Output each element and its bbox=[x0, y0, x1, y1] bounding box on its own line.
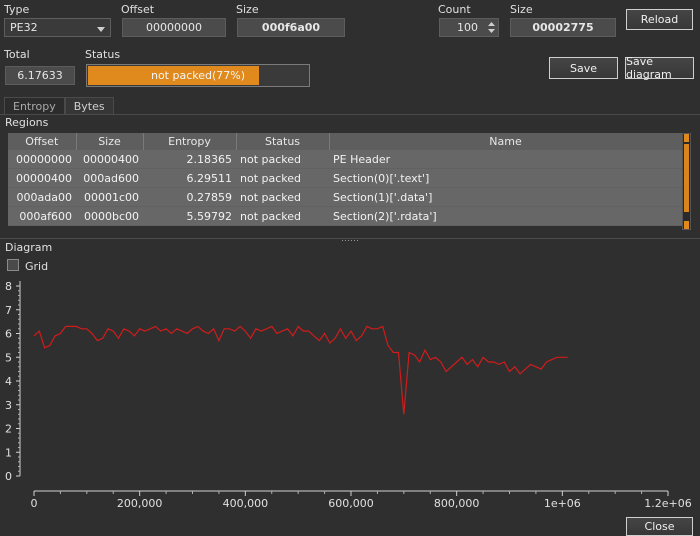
save-diagram-button[interactable]: Save diagram bbox=[625, 55, 694, 81]
tab-divider bbox=[0, 114, 700, 115]
cell-offset: 000ada00 bbox=[8, 187, 76, 207]
cell-status: not packed bbox=[236, 206, 329, 226]
spin-arrows-icon bbox=[488, 22, 495, 33]
cell-size: 00001c00 bbox=[76, 187, 143, 207]
size-field[interactable]: 000f6a00 bbox=[237, 18, 345, 37]
status-label: Status bbox=[85, 48, 121, 61]
cell-entropy: 2.18365 bbox=[143, 150, 236, 169]
type-select[interactable]: PE32 bbox=[4, 18, 111, 37]
tab-bytes[interactable]: Bytes bbox=[64, 97, 114, 115]
y-tick-label: 0 bbox=[5, 470, 12, 483]
x-tick-label: 600,000 bbox=[328, 497, 374, 510]
y-tick-label: 2 bbox=[5, 423, 12, 436]
offset-label: Offset bbox=[121, 3, 155, 16]
chevron-down-icon bbox=[97, 27, 105, 32]
column-header-status[interactable]: Status bbox=[236, 133, 330, 150]
y-tick-label: 1 bbox=[5, 446, 12, 459]
type-label: Type bbox=[4, 3, 30, 16]
entropy-chart: 0 1 2 3 4 5 6 7 8 0 200,000 400,000 600,000 800,000 1e… bbox=[5, 280, 692, 510]
cell-status: not packed bbox=[236, 168, 329, 188]
x-tick-label: 800,000 bbox=[434, 497, 480, 510]
table-row[interactable]: 00000000 00000400 2.18365 not packed PE … bbox=[8, 150, 682, 169]
regions-table: Offset Size Entropy Status Name 00000000… bbox=[8, 133, 683, 226]
total-field: 6.17633 bbox=[5, 66, 75, 85]
grid-label: Grid bbox=[25, 260, 49, 273]
cell-status: not packed bbox=[236, 150, 329, 169]
x-tick-label: 400,000 bbox=[223, 497, 269, 510]
cell-offset: 00000400 bbox=[8, 168, 76, 188]
offset-field[interactable]: 00000000 bbox=[122, 18, 226, 37]
type-select-value: PE32 bbox=[10, 21, 38, 34]
y-tick-label: 8 bbox=[5, 280, 12, 293]
x-tick-label: 200,000 bbox=[117, 497, 163, 510]
count-value: 100 bbox=[457, 21, 478, 34]
count-label: Count bbox=[438, 3, 471, 16]
y-tick-label: 6 bbox=[5, 328, 12, 341]
x-tick-label: 1e+06 bbox=[544, 497, 581, 510]
scrollbar-thumb[interactable] bbox=[684, 144, 689, 212]
x-tick-label: 0 bbox=[31, 497, 38, 510]
regions-scrollbar[interactable] bbox=[682, 133, 691, 230]
cell-size: 0000bc00 bbox=[76, 206, 143, 226]
cell-entropy: 0.27859 bbox=[143, 187, 236, 207]
x-tick-label: 1.2e+06 bbox=[644, 497, 691, 510]
column-header-offset[interactable]: Offset bbox=[8, 133, 77, 150]
close-button[interactable]: Close bbox=[626, 517, 693, 536]
splitter-handle[interactable] bbox=[340, 233, 360, 241]
table-row[interactable]: 00000400 000ad600 6.29511 not packed Sec… bbox=[8, 168, 682, 188]
scroll-up-arrow[interactable] bbox=[684, 134, 689, 142]
save-button[interactable]: Save bbox=[549, 57, 618, 79]
y-tick-label: 4 bbox=[5, 375, 12, 388]
cell-entropy: 5.59792 bbox=[143, 206, 236, 226]
column-header-size[interactable]: Size bbox=[76, 133, 144, 150]
y-tick-label: 7 bbox=[5, 304, 12, 317]
diagram-divider bbox=[0, 238, 700, 239]
status-progress-bar: not packed(77%) bbox=[86, 64, 310, 87]
y-tick-label: 5 bbox=[5, 351, 12, 364]
cell-size: 000ad600 bbox=[76, 168, 143, 188]
grip-dots-icon bbox=[342, 240, 358, 241]
cell-offset: 00000000 bbox=[8, 150, 76, 169]
tab-bar: Entropy Bytes bbox=[4, 97, 114, 115]
diagram-title: Diagram bbox=[5, 241, 53, 254]
y-tick-label: 3 bbox=[5, 399, 12, 412]
count-spin-arrows[interactable] bbox=[485, 19, 498, 36]
size2-label: Size bbox=[510, 3, 533, 16]
size-label: Size bbox=[236, 3, 259, 16]
status-text: not packed(77%) bbox=[150, 69, 246, 82]
total-label: Total bbox=[4, 48, 30, 61]
size2-field[interactable]: 00002775 bbox=[510, 18, 616, 37]
cell-entropy: 6.29511 bbox=[143, 168, 236, 188]
grid-checkbox[interactable] bbox=[7, 259, 19, 271]
regions-header-row: Offset Size Entropy Status Name bbox=[8, 133, 683, 150]
cell-name: Section(0)['.text'] bbox=[329, 168, 682, 188]
regions-title: Regions bbox=[5, 116, 49, 129]
column-header-entropy[interactable]: Entropy bbox=[143, 133, 237, 150]
cell-name: Section(2)['.rdata'] bbox=[329, 206, 682, 226]
reload-button[interactable]: Reload bbox=[626, 9, 693, 30]
cell-status: not packed bbox=[236, 187, 329, 207]
entropy-series-line bbox=[33, 325, 568, 415]
table-row[interactable]: 000ada00 00001c00 0.27859 not packed Sec… bbox=[8, 187, 682, 207]
cell-size: 00000400 bbox=[76, 150, 143, 169]
cell-offset: 000af600 bbox=[8, 206, 76, 226]
cell-name: Section(1)['.data'] bbox=[329, 187, 682, 207]
tab-entropy[interactable]: Entropy bbox=[4, 97, 65, 115]
table-row[interactable]: 000af600 0000bc00 5.59792 not packed Sec… bbox=[8, 206, 682, 226]
scroll-down-arrow[interactable] bbox=[684, 221, 689, 229]
cell-name: PE Header bbox=[329, 150, 682, 169]
column-header-name[interactable]: Name bbox=[329, 133, 683, 150]
